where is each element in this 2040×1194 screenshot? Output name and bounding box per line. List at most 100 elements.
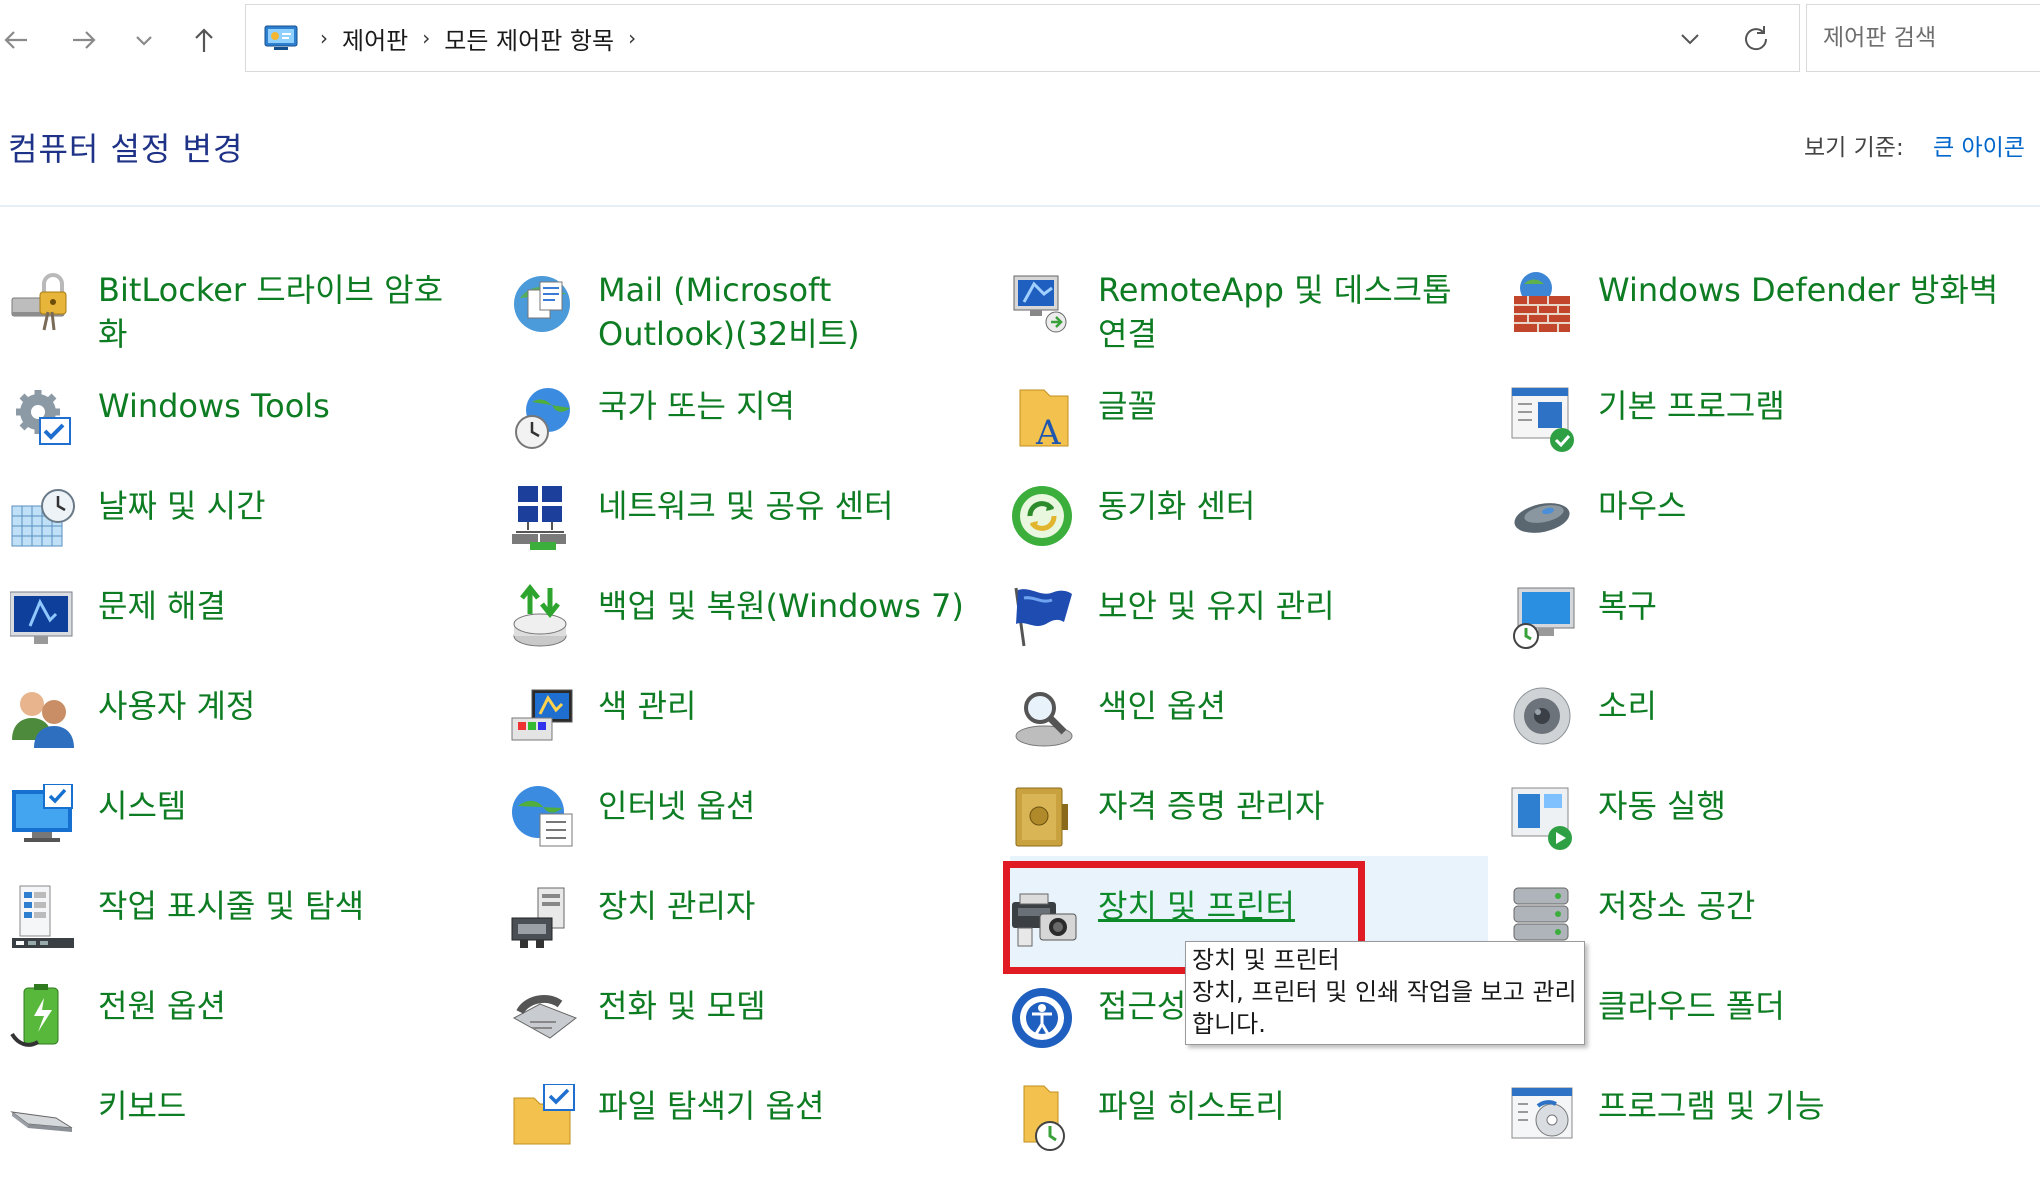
item-keyboard[interactable]: 키보드 [10,1084,450,1172]
breadcrumb-separator-icon[interactable]: › [628,26,636,50]
item-label: 인터넷 옵션 [598,787,756,825]
user-accounts-icon [12,692,74,748]
sound-icon [1513,687,1571,745]
item-date-time[interactable]: 날짜 및 시간 [10,484,450,572]
item-label: 마우스 [1598,487,1687,525]
item-label: 시스템 [98,787,187,825]
item-sync-center[interactable]: 동기화 센터 [1010,484,1490,572]
item-remoteapp[interactable]: RemoteApp 및 데스크톱 연결 [1010,268,1490,356]
item-label: Windows Defender 방화벽 [1598,271,1999,309]
item-file-history[interactable]: 파일 히스토리 [1010,1084,1490,1172]
security-flag-icon [1014,587,1072,647]
svg-text:A: A [1035,413,1061,453]
taskbar-icon [12,885,74,948]
item-label: 사용자 계정 [98,687,256,725]
page-title: 컴퓨터 설정 변경 [8,130,244,168]
item-label: 작업 표시줄 및 탐색 [98,887,365,925]
item-recovery[interactable]: 복구 [1510,584,2030,672]
breadcrumb-separator-icon[interactable]: › [422,26,430,50]
item-label: 날짜 및 시간 [98,487,266,525]
troubleshoot-icon [10,591,73,644]
item-backup[interactable]: 백업 및 복원(Windows 7) [510,584,970,672]
item-network[interactable]: 네트워크 및 공유 센터 [510,484,950,572]
item-device-manager[interactable]: 장치 관리자 [510,884,950,972]
item-windows-tools[interactable]: Windows Tools [10,384,450,472]
item-security[interactable]: 보안 및 유지 관리 [1010,584,1490,672]
file-history-icon [1023,1085,1065,1151]
item-troubleshoot[interactable]: 문제 해결 [10,584,450,672]
item-label: BitLocker 드라이브 암호화 [98,271,444,353]
color-management-icon [511,689,573,741]
search-input[interactable] [1807,5,2040,71]
item-label: 자동 실행 [1598,787,1726,825]
item-system[interactable]: 시스템 [10,784,450,872]
view-by: 보기 기준: 큰 아이콘 [1804,128,2025,162]
item-indexing[interactable]: 색인 옵션 [1010,684,1490,772]
item-taskbar[interactable]: 작업 표시줄 및 탐색 [10,884,450,972]
item-label: 파일 탐색기 옵션 [598,1087,825,1125]
item-programs-features[interactable]: 프로그램 및 기능 [1510,1084,2030,1172]
item-label: 색 관리 [598,687,697,725]
item-label: 문제 해결 [98,587,226,625]
bitlocker-icon [11,273,67,331]
tooltip-body: 장치, 프린터 및 인쇄 작업을 보고 관리합니다. [1192,978,1577,1038]
ease-of-access-icon [1012,988,1072,1048]
item-label: RemoteApp 및 데스크톱 연결 [1098,271,1452,353]
date-time-icon [11,489,75,547]
item-label: 소리 [1598,687,1657,725]
item-mouse[interactable]: 마우스 [1510,484,2030,572]
item-folder-options[interactable]: 파일 탐색기 옵션 [510,1084,950,1172]
breadcrumb-all-items[interactable]: 모든 제어판 항목 [444,21,614,56]
item-firewall[interactable]: Windows Defender 방화벽 [1510,268,2030,356]
item-user-accounts[interactable]: 사용자 계정 [10,684,450,772]
item-autoplay[interactable]: 자동 실행 [1510,784,2030,872]
item-power[interactable]: 전원 옵션 [10,984,450,1072]
item-label: 클라우드 폴더 [1598,987,1785,1025]
item-phone-modem[interactable]: 전화 및 모뎀 [510,984,950,1072]
breadcrumb-control-panel[interactable]: 제어판 [342,21,408,56]
item-mail[interactable]: Mail (Microsoft Outlook)(32비트) [510,268,950,356]
view-by-dropdown[interactable]: 큰 아이콘 [1933,135,2025,161]
tooltip: 장치 및 프린터 장치, 프린터 및 인쇄 작업을 보고 관리합니다. [1185,941,1585,1045]
fonts-icon: A [1019,389,1069,453]
item-label: Windows Tools [98,387,330,425]
mail-icon [514,276,570,332]
item-label: 글꼴 [1098,387,1157,425]
item-region[interactable]: 국가 또는 지역 [510,384,950,472]
address-dropdown-chevron-icon[interactable] [1674,23,1706,55]
tooltip-title: 장치 및 프린터 [1192,946,1340,974]
back-arrow-icon[interactable] [0,18,38,62]
item-bitlocker[interactable]: BitLocker 드라이브 암호화 [10,268,450,356]
indexing-icon [1015,692,1073,747]
recent-locations-chevron-icon[interactable] [122,18,166,62]
item-label: 복구 [1598,587,1657,625]
item-default-programs[interactable]: 기본 프로그램 [1510,384,2030,472]
item-storage-spaces[interactable]: 저장소 공간 [1510,884,2030,972]
item-fonts[interactable]: A 글꼴 [1010,384,1490,472]
item-color-management[interactable]: 색 관리 [510,684,950,772]
refresh-icon[interactable] [1739,22,1773,56]
item-label: 보안 및 유지 관리 [1098,587,1335,625]
item-label: 전화 및 모뎀 [598,987,766,1025]
firewall-icon [1514,272,1570,332]
address-bar[interactable]: › 제어판 › 모든 제어판 항목 › [245,4,1800,72]
item-label: 프로그램 및 기능 [1598,1087,1825,1125]
item-label: 색인 옵션 [1098,687,1226,725]
phone-modem-icon [512,994,578,1039]
search-box[interactable] [1806,4,2040,72]
region-icon [515,388,570,449]
item-label: 저장소 공간 [1598,887,1756,925]
autoplay-icon [1511,787,1572,850]
divider [0,205,2040,207]
item-cloud-folder[interactable]: 클라우드 폴더 [1510,984,2030,1072]
forward-arrow-icon[interactable] [62,18,106,62]
item-label: 자격 증명 관리자 [1098,787,1325,825]
item-internet-options[interactable]: 인터넷 옵션 [510,784,950,872]
folder-options-icon [513,1084,575,1145]
power-icon [10,984,59,1047]
devices-printers-icon [1012,893,1077,947]
item-sound[interactable]: 소리 [1510,684,2030,772]
breadcrumb-separator-icon[interactable]: › [320,26,328,50]
item-label: Mail (Microsoft Outlook)(32비트) [598,271,860,353]
up-arrow-icon[interactable] [182,18,226,62]
